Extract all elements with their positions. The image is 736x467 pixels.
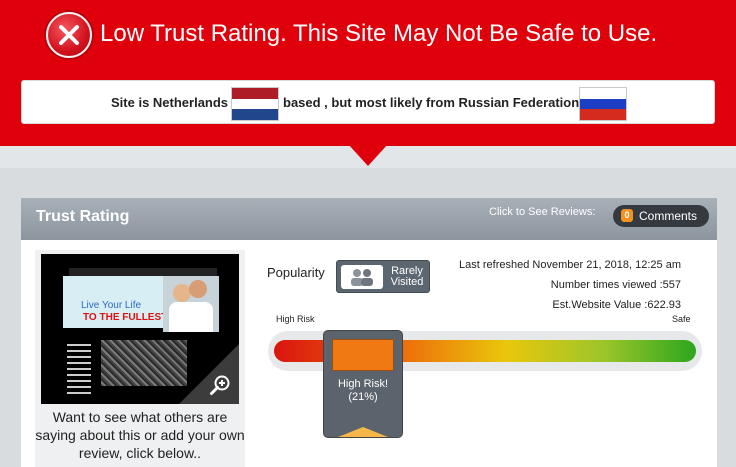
banner-pointer bbox=[348, 144, 388, 166]
popularity-badge: Rarely Visited bbox=[336, 260, 430, 293]
comments-button[interactable]: 0 Comments bbox=[613, 205, 709, 227]
popularity-value: Rarely Visited bbox=[390, 265, 424, 288]
russian-federation-flag-icon bbox=[579, 87, 627, 121]
screenshot-nav-bar bbox=[69, 268, 217, 276]
location-prefix: Site is Netherlands bbox=[111, 95, 229, 110]
users-icon bbox=[341, 265, 383, 289]
trust-rating-card: Trust Rating Click to See Reviews: 0 Com… bbox=[21, 198, 717, 467]
marker-title: High Risk! bbox=[337, 378, 389, 390]
safe-label: Safe bbox=[672, 314, 691, 324]
comments-label: Comments bbox=[639, 209, 698, 223]
high-risk-label: High Risk bbox=[276, 314, 315, 324]
site-location-box: Site is Netherlands based , but most lik… bbox=[21, 80, 715, 124]
marker-label: High Risk! (21%) bbox=[324, 378, 402, 404]
screenshot-photo bbox=[163, 276, 219, 332]
netherlands-flag-icon bbox=[231, 87, 279, 121]
screenshot-subheadline: TO THE FULLEST bbox=[83, 312, 168, 323]
screenshot-list bbox=[67, 344, 91, 398]
screenshot-hero: Live Your Life TO THE FULLEST bbox=[63, 276, 179, 328]
website-value: Est.Website Value :622.93 bbox=[552, 299, 681, 311]
error-icon bbox=[46, 12, 92, 58]
trust-score-marker: High Risk! (21%) bbox=[323, 330, 403, 438]
marker-window bbox=[332, 339, 394, 371]
comments-count-badge: 0 bbox=[621, 209, 633, 222]
site-screenshot[interactable]: Live Your Life TO THE FULLEST bbox=[41, 254, 239, 404]
zoom-in-icon[interactable] bbox=[209, 374, 231, 396]
click-to-see-label: Click to See Reviews: bbox=[489, 206, 596, 218]
location-middle: based , but most likely from Russian Fed… bbox=[283, 95, 580, 110]
banner-title: Low Trust Rating. This Site May Not Be S… bbox=[100, 20, 658, 47]
warning-banner: Low Trust Rating. This Site May Not Be S… bbox=[0, 0, 736, 146]
screenshot-blurred-area bbox=[101, 340, 187, 386]
times-viewed: Number times viewed :557 bbox=[550, 279, 681, 291]
card-header: Trust Rating Click to See Reviews: 0 Com… bbox=[21, 198, 717, 240]
site-screenshot-panel: Live Your Life TO THE FULLEST Want to se… bbox=[35, 250, 245, 467]
marker-tip bbox=[338, 427, 388, 437]
card-title: Trust Rating bbox=[36, 208, 130, 225]
popularity-label: Popularity bbox=[267, 265, 325, 280]
screenshot-headline: Live Your Life bbox=[81, 300, 142, 311]
review-prompt: Want to see what others are saying about… bbox=[35, 409, 245, 461]
last-refreshed: Last refreshed November 21, 2018, 12:25 … bbox=[459, 259, 681, 271]
marker-percent: (21%) bbox=[348, 391, 378, 403]
